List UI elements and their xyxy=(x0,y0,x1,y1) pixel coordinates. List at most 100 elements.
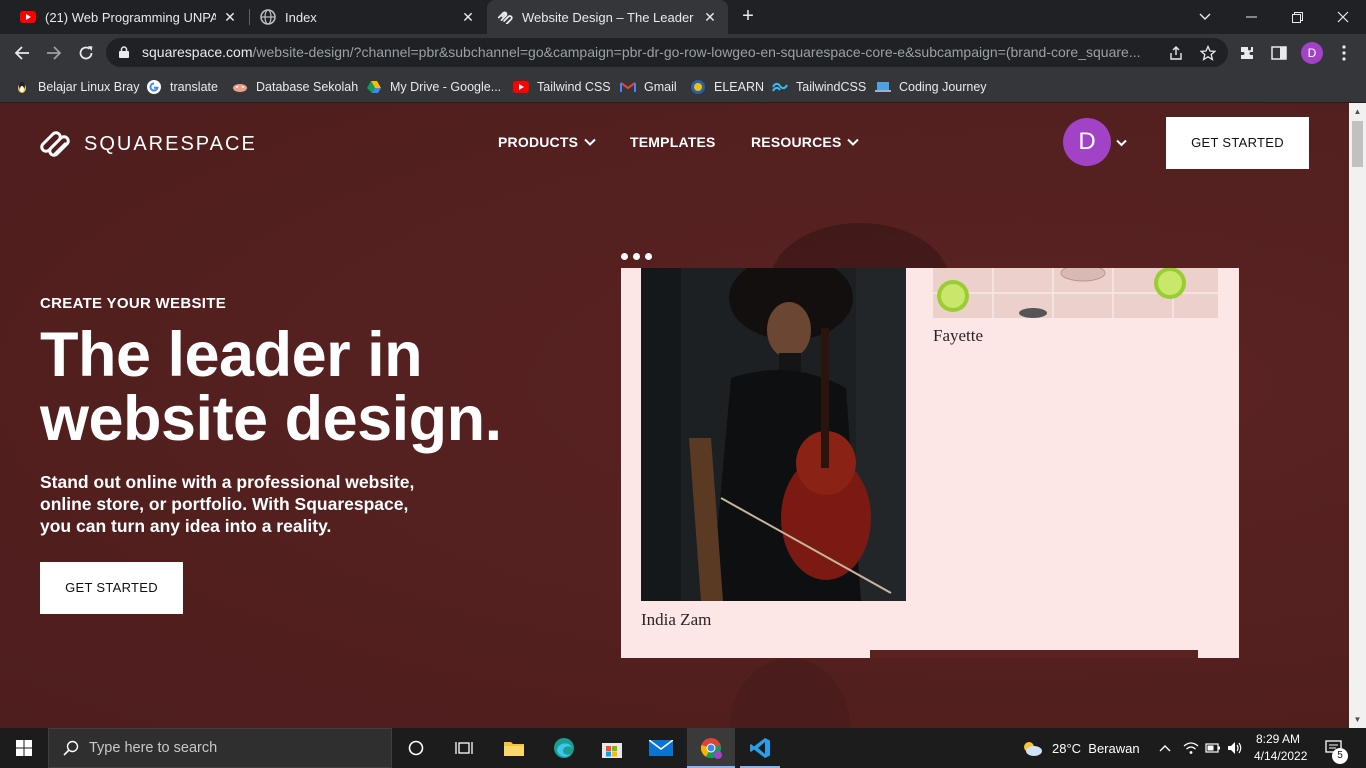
battery-icon[interactable] xyxy=(1204,728,1222,768)
nav-resources[interactable]: RESOURCES xyxy=(751,134,860,150)
scrollbar-thumb[interactable] xyxy=(1352,121,1363,167)
nav-products[interactable]: PRODUCTS xyxy=(498,134,596,150)
menu-kebab-icon[interactable] xyxy=(1334,43,1354,63)
scroll-up-arrow-icon[interactable]: ▲ xyxy=(1353,107,1362,116)
scroll-down-arrow-icon[interactable]: ▼ xyxy=(1353,715,1362,724)
bookmark-elearn[interactable]: ELEARN xyxy=(690,77,764,97)
forward-button[interactable] xyxy=(41,40,67,66)
chrome-icon[interactable] xyxy=(687,728,735,768)
preview-bottom-block xyxy=(870,650,1198,658)
weather-cloud-icon[interactable] xyxy=(1020,728,1044,768)
tab-search-chevron-icon[interactable] xyxy=(1182,0,1228,34)
notification-count-badge: 5 xyxy=(1332,748,1348,764)
squarespace-page: SQUARESPACE PRODUCTS TEMPLATES RESOURCES… xyxy=(0,103,1349,728)
bookmark-gmail[interactable]: Gmail xyxy=(620,77,677,97)
logo-wordmark: SQUARESPACE xyxy=(84,132,257,155)
youtube-icon xyxy=(20,9,36,25)
reading-list-icon[interactable] xyxy=(1269,43,1289,63)
wifi-icon[interactable] xyxy=(1182,728,1200,768)
new-tab-button[interactable]: + xyxy=(738,6,758,26)
address-bar[interactable]: squarespace.com/website-design/?channel=… xyxy=(106,38,1228,67)
youtube-icon xyxy=(513,79,529,95)
clock-date[interactable]: 4/14/2022 xyxy=(1254,749,1307,763)
url-text: squarespace.com/website-design/?channel=… xyxy=(142,44,1141,60)
tailwind-icon xyxy=(772,79,788,95)
bookmark-my-drive[interactable]: My Drive - Google... xyxy=(366,77,501,97)
chevron-down-icon xyxy=(847,138,860,146)
get-started-hero-button[interactable]: GET STARTED xyxy=(40,562,183,614)
forward-arrow-icon xyxy=(47,46,62,60)
browser-toolbar: squarespace.com/website-design/?channel=… xyxy=(0,34,1366,71)
squarespace-icon xyxy=(497,9,513,25)
squarespace-logo[interactable]: SQUARESPACE xyxy=(40,129,257,159)
tab-title: Index xyxy=(285,9,317,25)
clock-time[interactable]: 8:29 AM xyxy=(1256,732,1300,746)
windows-start-icon[interactable] xyxy=(0,728,48,768)
close-tab-icon[interactable]: ✕ xyxy=(460,9,476,25)
bookmark-database-sekolah[interactable]: Database Sekolah xyxy=(232,77,358,97)
back-arrow-icon xyxy=(14,46,29,60)
restore-icon[interactable] xyxy=(1274,0,1320,34)
tab-strip: (21) Web Programming UNPAS - ✕ Index ✕ W… xyxy=(0,0,1366,34)
elearn-icon xyxy=(690,79,706,95)
account-avatar[interactable]: D xyxy=(1063,118,1111,166)
template-preview: India Zam Fayette xyxy=(621,268,1239,658)
browser-profile-avatar[interactable]: D xyxy=(1301,42,1323,64)
weather-temperature[interactable]: 28°C Berawan xyxy=(1052,741,1140,756)
file-explorer-icon[interactable] xyxy=(490,728,538,768)
drive-icon xyxy=(366,79,382,95)
volume-icon[interactable] xyxy=(1226,728,1244,768)
lock-icon xyxy=(119,46,129,58)
show-hidden-icons-chevron-icon[interactable] xyxy=(1156,728,1174,768)
bookmark-belajar-linux[interactable]: Belajar Linux Bray xyxy=(14,77,139,97)
get-started-header-button[interactable]: GET STARTED xyxy=(1166,117,1309,169)
close-tab-icon[interactable]: ✕ xyxy=(222,9,238,25)
close-tab-icon[interactable]: ✕ xyxy=(702,9,718,25)
hero-eyebrow: CREATE YOUR WEBSITE xyxy=(40,295,226,312)
page-scrollbar[interactable]: ▲ ▼ xyxy=(1349,103,1366,728)
food-photo xyxy=(933,268,1218,318)
tab-web-programming[interactable]: (21) Web Programming UNPAS - ✕ xyxy=(10,0,248,34)
back-button[interactable] xyxy=(9,40,35,66)
bookmark-tailwindcss[interactable]: TailwindCSS xyxy=(772,77,866,97)
google-icon xyxy=(146,79,162,95)
microsoft-store-icon[interactable] xyxy=(588,728,636,768)
linux-icon xyxy=(14,79,30,95)
nav-templates-label: TEMPLATES xyxy=(630,134,716,150)
tab-title: Website Design – The Leader in W xyxy=(522,9,696,25)
preview-caption-right: Fayette xyxy=(933,326,984,345)
mail-icon[interactable] xyxy=(637,728,685,768)
task-view-icon[interactable] xyxy=(440,728,488,768)
taskbar-search-box[interactable]: Type here to search xyxy=(48,728,392,768)
chevron-down-icon xyxy=(584,138,596,146)
chevron-down-icon[interactable] xyxy=(1116,139,1127,147)
reload-icon xyxy=(79,46,93,60)
reload-button[interactable] xyxy=(73,40,99,66)
bookmark-tailwind-css[interactable]: Tailwind CSS xyxy=(513,77,611,97)
nav-templates[interactable]: TEMPLATES xyxy=(630,134,716,150)
tab-squarespace[interactable]: Website Design – The Leader in W ✕ xyxy=(487,0,728,34)
bookmarks-bar: Belajar Linux Bray translate Database Se… xyxy=(0,71,1366,103)
hero-subtext: Stand out online with a professional web… xyxy=(40,472,415,536)
bookmark-star-icon[interactable] xyxy=(1199,44,1217,62)
nav-resources-label: RESOURCES xyxy=(751,134,842,150)
vscode-icon[interactable] xyxy=(736,728,784,768)
bookmark-translate[interactable]: translate xyxy=(146,77,218,97)
cortana-icon[interactable] xyxy=(392,728,440,768)
globe-icon xyxy=(260,9,276,25)
tab-index[interactable]: Index ✕ xyxy=(250,0,486,34)
close-window-icon[interactable] xyxy=(1320,0,1366,34)
bookmark-coding-journey[interactable]: Coding Journey xyxy=(875,77,987,97)
tab-title: (21) Web Programming UNPAS - xyxy=(45,9,216,25)
extensions-icon[interactable] xyxy=(1237,43,1257,63)
database-icon xyxy=(232,79,248,95)
laptop-icon xyxy=(875,79,891,95)
cellist-photo xyxy=(641,268,906,601)
share-icon[interactable] xyxy=(1167,44,1185,62)
background-figure-shape xyxy=(730,658,850,728)
squarespace-logo-icon xyxy=(40,131,70,157)
edge-icon[interactable] xyxy=(540,728,588,768)
preview-caption-left: India Zam xyxy=(641,610,712,629)
hero-headline: The leader in website design. xyxy=(40,320,502,454)
minimize-icon[interactable] xyxy=(1228,0,1274,34)
